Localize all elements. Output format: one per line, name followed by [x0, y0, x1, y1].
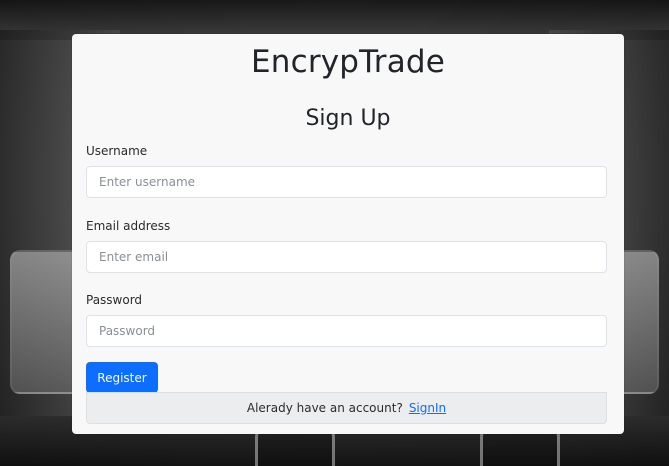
footer-text: Alerady have an account?	[246, 401, 403, 415]
username-label: Username	[86, 144, 148, 158]
register-button[interactable]: Register	[86, 362, 158, 393]
username-field[interactable]	[86, 166, 607, 198]
signin-footer: Alerady have an account? SignIn	[86, 392, 607, 424]
signup-card: EncrypTrade Sign Up Username Email addre…	[72, 34, 624, 434]
password-field[interactable]	[86, 315, 607, 347]
email-field[interactable]	[86, 241, 607, 273]
password-input[interactable]	[97, 323, 596, 339]
page-title: Sign Up	[305, 106, 391, 131]
username-input[interactable]	[97, 174, 596, 190]
password-label: Password	[86, 293, 143, 307]
email-input[interactable]	[97, 249, 596, 265]
brand-title: EncrypTrade	[250, 44, 446, 80]
email-label: Email address	[86, 219, 171, 233]
signin-link[interactable]: SignIn	[409, 401, 446, 415]
